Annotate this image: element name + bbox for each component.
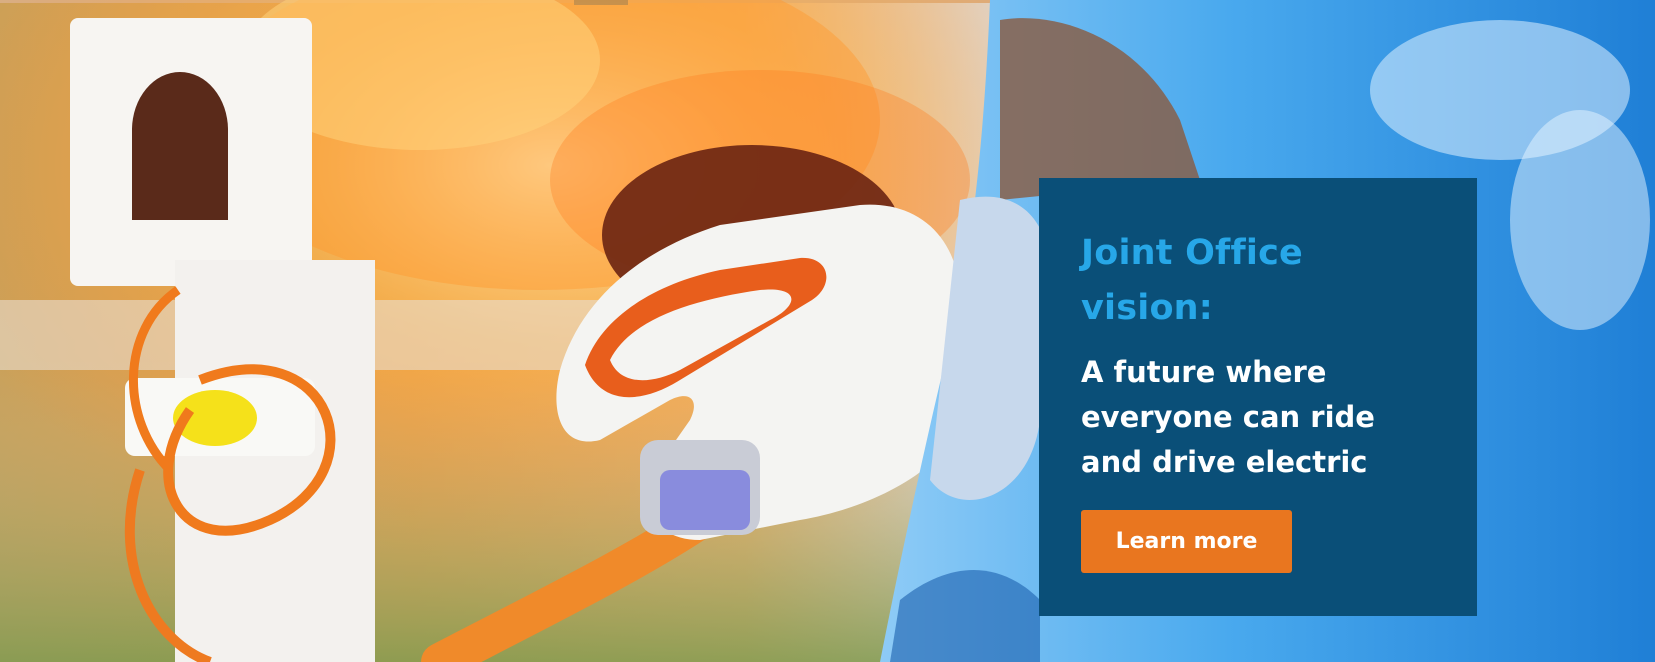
promo-card: Joint Office vision: A future where ever…: [1039, 178, 1477, 616]
promo-eyebrow: Joint Office vision:: [1081, 233, 1303, 328]
hero-banner: Joint Office vision: A future where ever…: [0, 0, 1655, 662]
promo-headline: A future where everyone can ride and dri…: [1081, 355, 1375, 479]
learn-more-button[interactable]: Learn more: [1081, 510, 1292, 573]
